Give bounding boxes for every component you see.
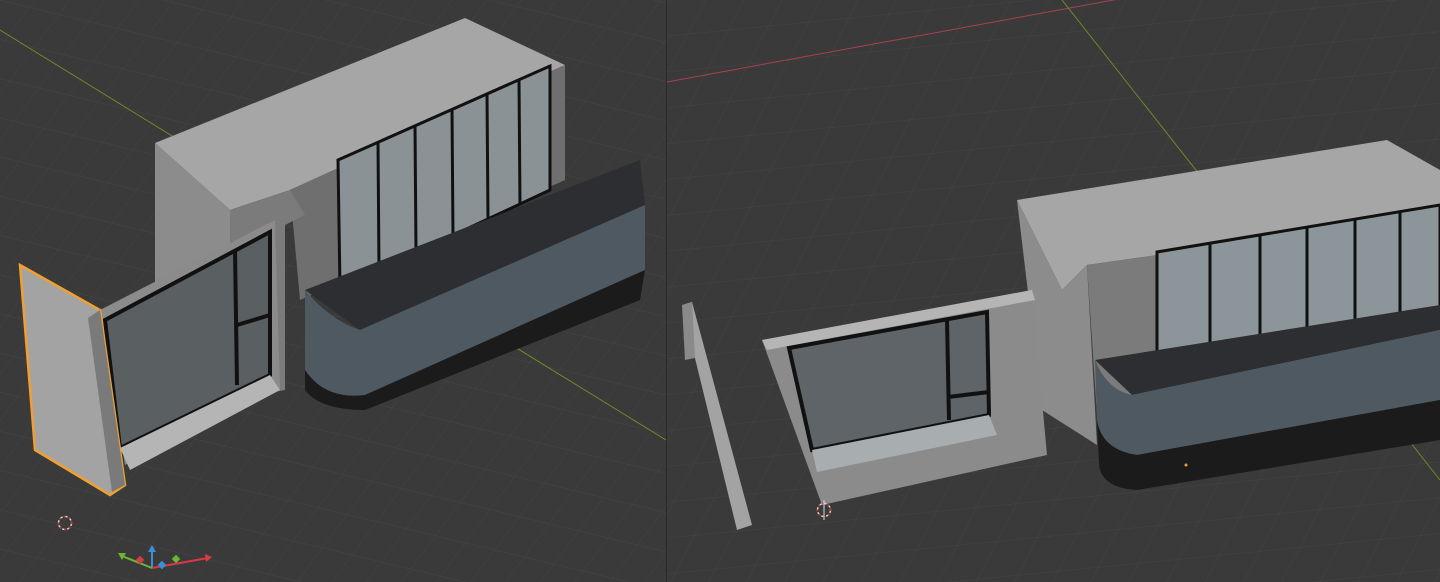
window-mullion: [450, 109, 455, 237]
right-viewport[interactable]: [667, 0, 1440, 582]
window-mullion: [485, 93, 490, 221]
right-scene: [667, 0, 1440, 582]
window-wall-mullion: [233, 249, 239, 386]
object-origin-dot: [1184, 463, 1188, 467]
window-mullion: [376, 142, 381, 271]
left-scene: [0, 0, 666, 582]
window-mullion: [517, 79, 522, 206]
window-mullion: [413, 125, 418, 253]
blender-dual-viewport: [0, 0, 1440, 582]
window-wall-mullion: [945, 319, 951, 421]
left-viewport[interactable]: [0, 0, 666, 582]
